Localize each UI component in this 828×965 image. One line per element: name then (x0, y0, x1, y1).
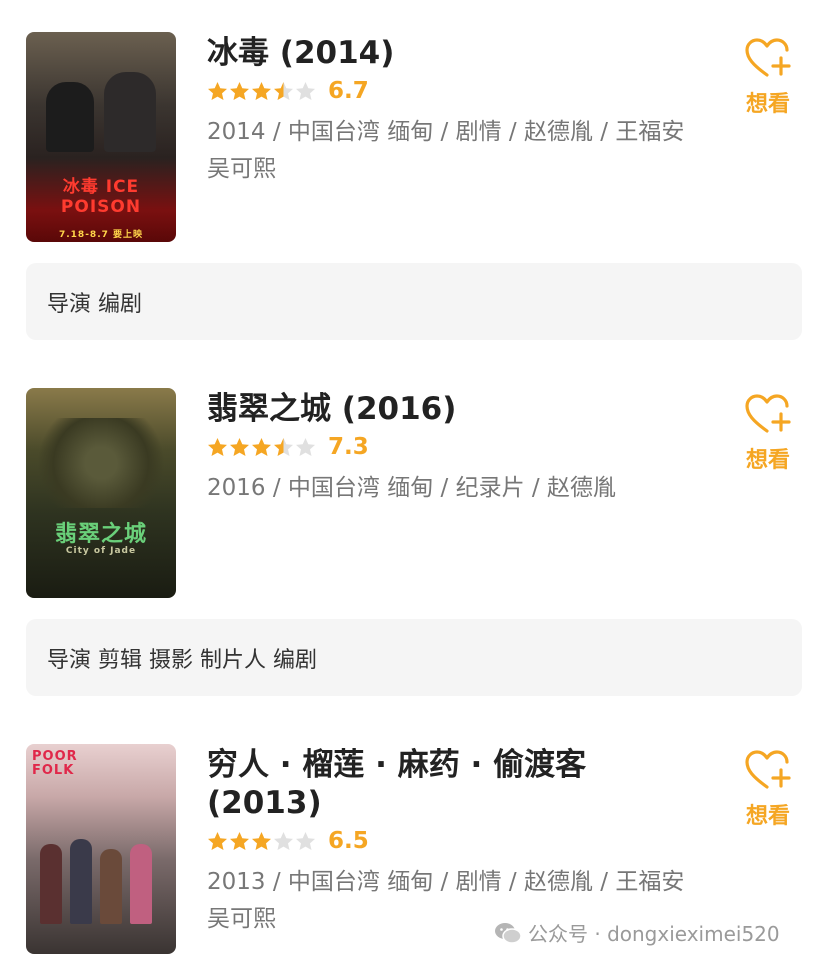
star-icon (230, 437, 249, 456)
want-to-watch-button[interactable]: 想看 (738, 748, 798, 830)
star-icon (274, 831, 293, 850)
star-rating (207, 831, 316, 852)
movie-meta: 2014 / 中国台湾 缅甸 / 剧情 / 赵德胤 / 王福安 吴可熙 (207, 119, 685, 182)
star-icon (252, 437, 271, 456)
heart-plus-icon (745, 394, 791, 433)
poster-title: 翡翠之城 (54, 522, 147, 547)
want-to-watch-label: 想看 (745, 448, 790, 473)
star-icon (252, 831, 271, 850)
rating-score: 6.5 (328, 828, 369, 854)
movie-poster[interactable]: 冰毒 ICE POISON 7.18-8.7 要上映 (26, 32, 176, 242)
star-icon (230, 81, 249, 100)
movie-title[interactable]: 冰毒 (2014) (207, 34, 707, 72)
heart-plus-icon (745, 750, 791, 789)
star-icon (208, 81, 227, 100)
star-rating (207, 81, 316, 102)
roles-bar: 导演 编剧 (26, 263, 802, 340)
movie-title[interactable]: 穷人 · 榴莲 · 麻药 · 偷渡客 (2013) (207, 746, 627, 822)
star-rating (207, 437, 316, 458)
rating-row: 6.7 (207, 76, 707, 106)
star-icon (208, 437, 227, 456)
star-icon (296, 81, 315, 100)
watermark: 公众号 · dongxieximei520 (494, 918, 780, 947)
want-to-watch-label: 想看 (745, 92, 790, 117)
heart-plus-icon (745, 38, 791, 77)
wechat-icon (495, 922, 522, 944)
want-to-watch-button[interactable]: 想看 (738, 392, 798, 474)
star-icon (274, 437, 293, 456)
poster-subtitle: City of Jade (65, 546, 137, 556)
star-icon (296, 831, 315, 850)
poster-title: POOR FOLK (32, 749, 78, 778)
rating-score: 6.7 (328, 78, 369, 104)
want-to-watch-button[interactable]: 想看 (738, 36, 798, 118)
want-to-watch-label: 想看 (745, 804, 790, 829)
poster-title: 冰毒 ICE POISON (60, 177, 142, 217)
rating-score: 7.3 (328, 434, 369, 460)
movie-meta: 2016 / 中国台湾 缅甸 / 纪录片 / 赵德胤 (207, 475, 616, 501)
rating-row: 7.3 (207, 432, 707, 462)
star-icon (274, 81, 293, 100)
roles-text: 导演 编剧 (47, 291, 142, 317)
watermark-text: 公众号 · dongxieximei520 (528, 922, 780, 946)
movie-poster[interactable]: POOR FOLK (26, 744, 176, 954)
star-icon (208, 831, 227, 850)
movie-poster[interactable]: 翡翠之城 City of Jade (26, 388, 176, 598)
star-icon (296, 437, 315, 456)
rating-row: 6.5 (207, 826, 707, 856)
poster-date: 7.18-8.7 要上映 (58, 230, 144, 240)
roles-text: 导演 剪辑 摄影 制片人 编剧 (47, 647, 317, 673)
roles-bar: 导演 剪辑 摄影 制片人 编剧 (26, 619, 802, 696)
star-icon (230, 831, 249, 850)
star-icon (252, 81, 271, 100)
movie-title[interactable]: 翡翠之城 (2016) (207, 390, 707, 428)
